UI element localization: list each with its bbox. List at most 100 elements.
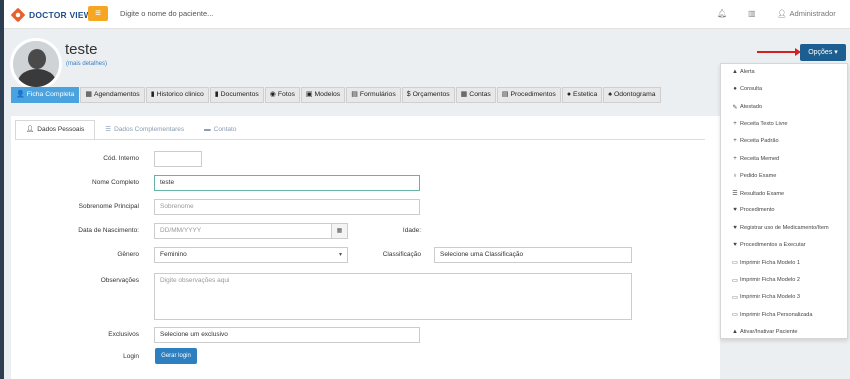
clipboard-icon: ▤ (501, 91, 509, 98)
image-icon: ▣ (305, 91, 313, 98)
patient-avatar[interactable] (10, 38, 62, 90)
heart-icon: ♥ (733, 224, 737, 231)
patient-tabs: 👤 Ficha Completa ▦ Agendamentos ▮ Historico c… (11, 87, 662, 103)
nome-completo-label: Nome Completo (92, 179, 139, 186)
subtab-contato[interactable]: ▬ Contato (194, 120, 246, 140)
bell-icon[interactable]: 🔔︎ (717, 9, 727, 18)
edit-icon: ✎ (732, 104, 738, 111)
dropdown-item-ativar-inativar-paciente[interactable]: ▲ Ativar/Inativar Paciente (732, 329, 798, 335)
exclusivos-label: Exclusivos (108, 331, 139, 338)
list-icon: ▤ (351, 91, 358, 98)
more-details-link[interactable]: (mais detalhes) (66, 61, 107, 67)
window-frame (0, 0, 4, 379)
tab-historico-clinico[interactable]: ▮ Historico clinico (145, 87, 209, 103)
plus-icon: + (733, 138, 737, 145)
dropdown-item-pedido-exame[interactable]: ♁ Pedido Exame (732, 172, 777, 179)
plus-icon: + (733, 120, 737, 127)
print-icon: ▭ (732, 312, 738, 319)
dropdown-item-consulta[interactable]: ● Consulta (732, 86, 762, 92)
tab-agendamentos[interactable]: ▦ Agendamentos (80, 87, 145, 103)
user-icon: ● (733, 86, 737, 93)
annotation-arrow (757, 48, 801, 56)
patient-name: teste (65, 41, 98, 58)
gerar-login-button[interactable]: Gerar login (155, 348, 197, 364)
observacoes-textarea[interactable]: Digite observações aqui (154, 273, 632, 320)
calendar-icon: ▦ (85, 91, 92, 98)
dropdown-item-resultado-exame[interactable]: ☰ Resultado Exame (732, 190, 784, 198)
dropdown-item-imprimir-ficha-modelo-2[interactable]: ▭ Imprimir Ficha Modelo 2 (732, 277, 800, 284)
cod-interno-label: Cód. Interno (103, 155, 139, 162)
sobrenome-label: Sobrenome Principal (78, 203, 139, 210)
document-icon: ▮ (214, 91, 219, 98)
bars-icon: ≡ (95, 8, 101, 19)
patient-search-input[interactable]: Digite o nome do paciente... (120, 9, 213, 18)
user-name: Administrador (789, 9, 836, 18)
tab-estetica[interactable]: ● Estetica (561, 87, 603, 103)
logo-text: DOCTOR VIEW (29, 10, 92, 20)
tab-contas[interactable]: ▦ Contas (455, 87, 496, 103)
file-icon: ▮ (150, 91, 155, 98)
dropdown-item-receita-padr-o[interactable]: + Receita Padrão (732, 138, 778, 145)
print-icon: ▭ (732, 294, 738, 301)
exclusivos-select[interactable]: Selecione um exclusivo (154, 327, 420, 343)
user-icon: 👤︎ (26, 126, 35, 133)
cod-interno-field[interactable] (154, 151, 202, 167)
tab-procedimentos[interactable]: ▤ Procedimentos (496, 87, 561, 103)
logo-icon (10, 7, 26, 23)
heart-icon: ♥ (733, 242, 737, 248)
app-logo[interactable]: DOCTOR VIEW (10, 7, 92, 23)
list-icon: ☰ (732, 191, 738, 198)
tab-documentos[interactable]: ▮ Documentos (209, 87, 264, 103)
tab-ficha-completa[interactable]: 👤 Ficha Completa (11, 87, 80, 103)
nascimento-label: Data de Nascimento: (78, 227, 139, 234)
options-dropdown: ▲ Alerta ● Consulta ✎ Atestado + Receita Texto … (720, 63, 848, 339)
printer-icon[interactable]: ▥ (748, 9, 756, 18)
dropdown-item-imprimir-ficha-modelo-3[interactable]: ▭ Imprimir Ficha Modelo 3 (732, 294, 800, 301)
menu-toggle-button[interactable]: ≡ (88, 6, 108, 21)
tab-formul-rios[interactable]: ▤ Formulários (346, 87, 401, 103)
dropdown-item-imprimir-ficha-personalizada[interactable]: ▭ Imprimir Ficha Personalizada (732, 311, 812, 319)
dropdown-item-receita-texto-livre[interactable]: + Receita Texto Livre (732, 121, 787, 127)
patient-form-panel: 👤︎ Dados Pessoais ☰ Dados Complementares ▬… (11, 116, 720, 379)
sobrenome-field[interactable]: Sobrenome (154, 199, 420, 215)
classificacao-select[interactable]: Selecione uma Classificação (434, 247, 632, 263)
tab-modelos[interactable]: ▣ Modelos (300, 87, 346, 103)
subtab-dados-complementares[interactable]: ☰ Dados Complementares (95, 120, 194, 140)
idade-label: Idade: (402, 227, 421, 234)
list-icon: ☰ (105, 126, 112, 133)
smile-icon: ● (566, 91, 572, 98)
options-button[interactable]: Opções ▾ (800, 44, 846, 61)
dollar-icon: $ (406, 91, 411, 98)
dropdown-item-procedimento[interactable]: ♥ Procedimento (732, 207, 774, 214)
genero-label: Gênero (117, 251, 139, 258)
dropdown-item-procedimentos-a-executar[interactable]: ♥ Procedimentos a Executar (732, 242, 805, 248)
stethoscope-icon: ♁ (732, 172, 738, 179)
camera-icon: ◉ (269, 91, 276, 98)
dropdown-item-imprimir-ficha-modelo-1[interactable]: ▭ Imprimir Ficha Modelo 1 (732, 259, 800, 267)
print-icon: ▭ (732, 260, 738, 267)
print-icon: ▭ (732, 277, 738, 284)
tab-or-amentos[interactable]: $ Orçamentos (401, 87, 455, 103)
nome-completo-field[interactable]: teste (154, 175, 420, 191)
subtab-dados-pessoais[interactable]: 👤︎ Dados Pessoais (15, 120, 96, 140)
classificacao-label: Classificação (382, 251, 421, 258)
warning-icon: ▲ (732, 69, 738, 75)
tab-odontograma[interactable]: ♠ Odontograma (603, 87, 661, 103)
card-icon: ▬ (204, 126, 211, 133)
warning-icon: ▲ (732, 328, 738, 335)
observacoes-label: Observações (100, 277, 139, 284)
subtab-divider (15, 139, 705, 140)
dropdown-item-registrar-uso-de-medicamento-item[interactable]: ♥ Registrar uso de Medicamento/Item (732, 224, 828, 231)
user-menu[interactable]: 👤︎ Administrador (777, 9, 836, 18)
plus-icon: + (733, 155, 737, 162)
user-icon: 👤 (16, 91, 25, 98)
tooth-icon: ♠ (608, 91, 612, 98)
heart-icon: ♥ (733, 207, 737, 214)
login-label: Login (123, 353, 139, 360)
top-navbar: DOCTOR VIEW ≡ Digite o nome do paciente.… (4, 0, 850, 29)
dropdown-item-receita-memed[interactable]: + Receita Memed (732, 156, 779, 162)
tab-fotos[interactable]: ◉ Fotos (264, 87, 300, 103)
user-icon: 👤︎ (777, 9, 787, 18)
dropdown-item-alerta[interactable]: ▲ Alerta (732, 69, 755, 75)
dropdown-item-atestado[interactable]: ✎ Atestado (732, 104, 762, 111)
